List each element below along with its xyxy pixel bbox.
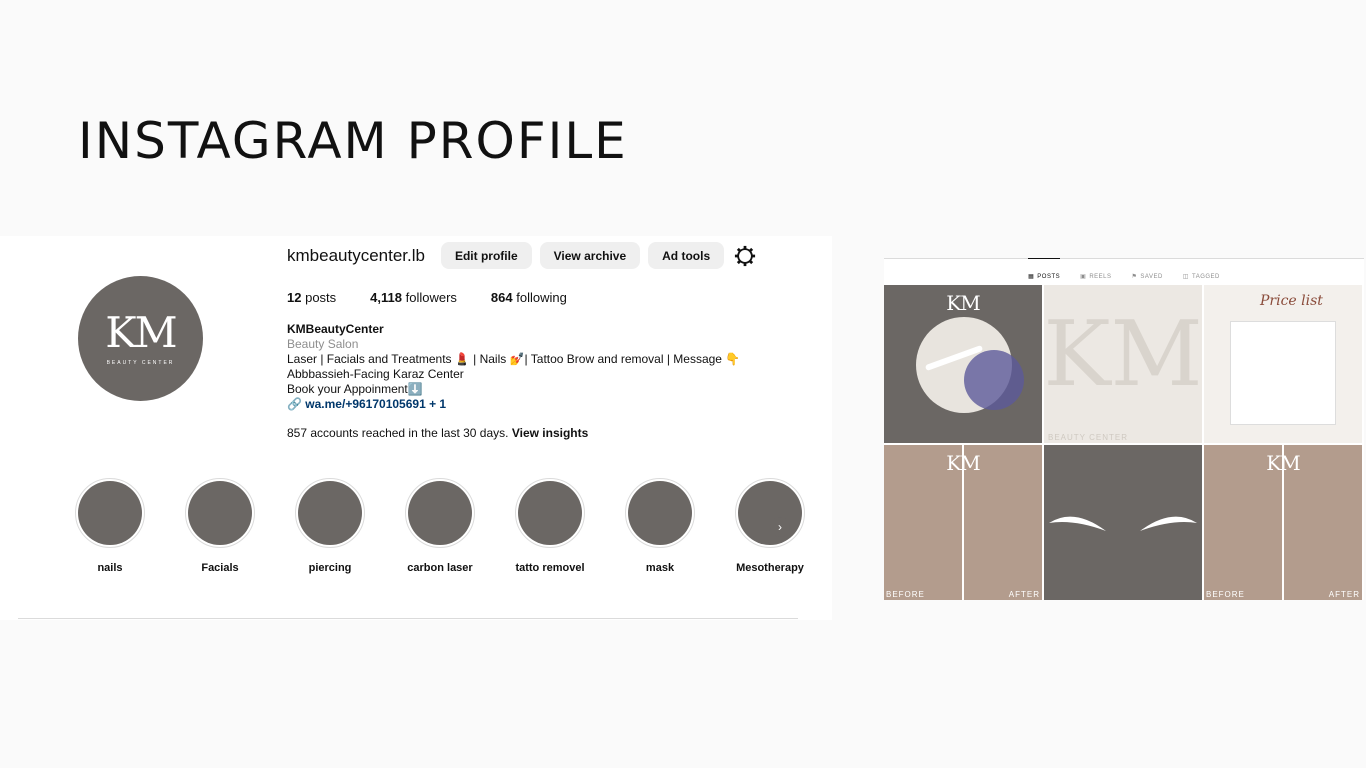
eyebrow-illustration bbox=[1049, 516, 1197, 531]
link-icon: 🔗 bbox=[287, 397, 302, 411]
reels-icon: ▣ bbox=[1080, 274, 1087, 280]
highlight-cover[interactable] bbox=[515, 478, 585, 548]
bio-category: Beauty Salon bbox=[287, 337, 359, 351]
story-highlights: nails Facials piercing carbon laser tatt… bbox=[55, 478, 825, 574]
highlight-label: mask bbox=[645, 562, 675, 574]
tab-saved[interactable]: ⚑ SAVED bbox=[1132, 259, 1163, 285]
tag-icon: ◫ bbox=[1182, 274, 1189, 280]
post-caption: BEAUTY CENTER bbox=[1048, 433, 1128, 442]
posts-stat[interactable]: 12 posts bbox=[287, 290, 336, 305]
insights-text: 857 accounts reached in the last 30 days… bbox=[287, 426, 509, 440]
km-watermark-image: KM bbox=[1044, 302, 1202, 407]
posts-grid: KM KM BEAUTY CENTER Price list KM BEFORE… bbox=[884, 285, 1362, 600]
highlight-cover[interactable] bbox=[735, 478, 805, 548]
bio-line-2: Abbbassieh-Facing Karaz Center bbox=[287, 367, 464, 381]
slide-title: INSTAGRAM PROFILE bbox=[78, 112, 628, 170]
before-label: BEFORE bbox=[886, 590, 925, 599]
profile-avatar[interactable]: KM BEAUTY CENTER bbox=[78, 276, 203, 401]
highlight-item[interactable]: nails bbox=[55, 478, 165, 574]
avatar-logo-text: KM bbox=[105, 307, 177, 357]
highlight-label: Facials bbox=[201, 562, 239, 574]
highlight-cover[interactable] bbox=[295, 478, 365, 548]
price-list-title: Price list bbox=[1260, 293, 1323, 309]
post-thumbnail[interactable]: Price list bbox=[1204, 285, 1362, 443]
view-insights-link[interactable]: View insights bbox=[512, 426, 588, 440]
insights-row: 857 accounts reached in the last 30 days… bbox=[287, 426, 588, 440]
price-list-card bbox=[1230, 321, 1336, 425]
bio-line-1: Laser | Facials and Treatments 💄 | Nails… bbox=[287, 352, 741, 366]
posts-grid-panel: ▦ POSTS ▣ REELS ⚑ SAVED ◫ TAGGED KM KM BEAUT… bbox=[884, 258, 1364, 600]
highlight-item[interactable]: tatto removel bbox=[495, 478, 605, 574]
grid-icon: ▦ bbox=[1028, 274, 1035, 280]
highlight-label: Mesotherapy bbox=[736, 562, 804, 574]
bio-link[interactable]: wa.me/+96170105691 + 1 bbox=[305, 397, 446, 411]
username: kmbeautycenter.lb bbox=[287, 245, 425, 265]
post-thumbnail[interactable]: KM BEAUTY CENTER bbox=[1044, 285, 1202, 443]
ad-tools-button[interactable]: Ad tools bbox=[648, 242, 725, 269]
profile-stats: 12 posts 4,118 followers 864 following bbox=[287, 290, 567, 305]
highlight-item[interactable]: carbon laser bbox=[385, 478, 495, 574]
highlight-cover[interactable] bbox=[405, 478, 475, 548]
settings-gear-icon[interactable] bbox=[734, 245, 756, 267]
after-label: AFTER bbox=[1328, 590, 1360, 599]
view-archive-button[interactable]: View archive bbox=[539, 242, 641, 269]
highlight-label: tatto removel bbox=[515, 562, 585, 574]
post-logo: KM bbox=[946, 291, 980, 315]
tab-posts[interactable]: ▦ POSTS bbox=[1028, 258, 1061, 285]
tab-reels[interactable]: ▣ REELS bbox=[1080, 259, 1111, 285]
post-thumbnail[interactable]: KM bbox=[884, 285, 1042, 443]
tab-tagged[interactable]: ◫ TAGGED bbox=[1183, 259, 1220, 285]
avatar-logo-subtext: BEAUTY CENTER bbox=[106, 359, 175, 366]
highlight-label: nails bbox=[97, 562, 123, 574]
post-thumbnail[interactable]: KM BEFORE AFTER bbox=[1204, 445, 1362, 600]
divider bbox=[18, 618, 798, 619]
profile-tabs: ▦ POSTS ▣ REELS ⚑ SAVED ◫ TAGGED bbox=[884, 258, 1364, 285]
highlight-label: carbon laser bbox=[407, 562, 473, 574]
highlight-label: piercing bbox=[308, 562, 352, 574]
highlight-item[interactable]: mask bbox=[605, 478, 715, 574]
post-thumbnail[interactable]: KM BEFORE AFTER bbox=[884, 445, 1042, 600]
profile-bio: KMBeautyCenter Beauty Salon Laser | Faci… bbox=[287, 322, 740, 412]
following-stat[interactable]: 864 following bbox=[491, 290, 567, 305]
highlight-item[interactable]: piercing bbox=[275, 478, 385, 574]
after-label: AFTER bbox=[1008, 590, 1040, 599]
bio-link-row[interactable]: 🔗 wa.me/+96170105691 + 1 bbox=[287, 397, 740, 412]
chevron-right-icon[interactable]: › bbox=[770, 517, 790, 537]
svg-text:KM: KM bbox=[1044, 302, 1202, 407]
post-thumbnail[interactable] bbox=[1044, 445, 1202, 600]
highlight-cover[interactable] bbox=[75, 478, 145, 548]
followers-stat[interactable]: 4,118 followers bbox=[370, 290, 457, 305]
bookmark-icon: ⚑ bbox=[1131, 274, 1138, 280]
bio-name: KMBeautyCenter bbox=[287, 322, 384, 336]
edit-profile-button[interactable]: Edit profile bbox=[440, 242, 532, 269]
highlight-cover[interactable] bbox=[185, 478, 255, 548]
username-row: kmbeautycenter.lb Edit profile View arch… bbox=[287, 242, 756, 269]
before-label: BEFORE bbox=[1206, 590, 1245, 599]
highlight-item[interactable]: Facials bbox=[165, 478, 275, 574]
highlight-cover[interactable] bbox=[625, 478, 695, 548]
bio-line-3: Book your Appoinment⬇️ bbox=[287, 382, 423, 396]
instagram-profile-card: KM BEAUTY CENTER kmbeautycenter.lb Edit … bbox=[0, 236, 832, 620]
